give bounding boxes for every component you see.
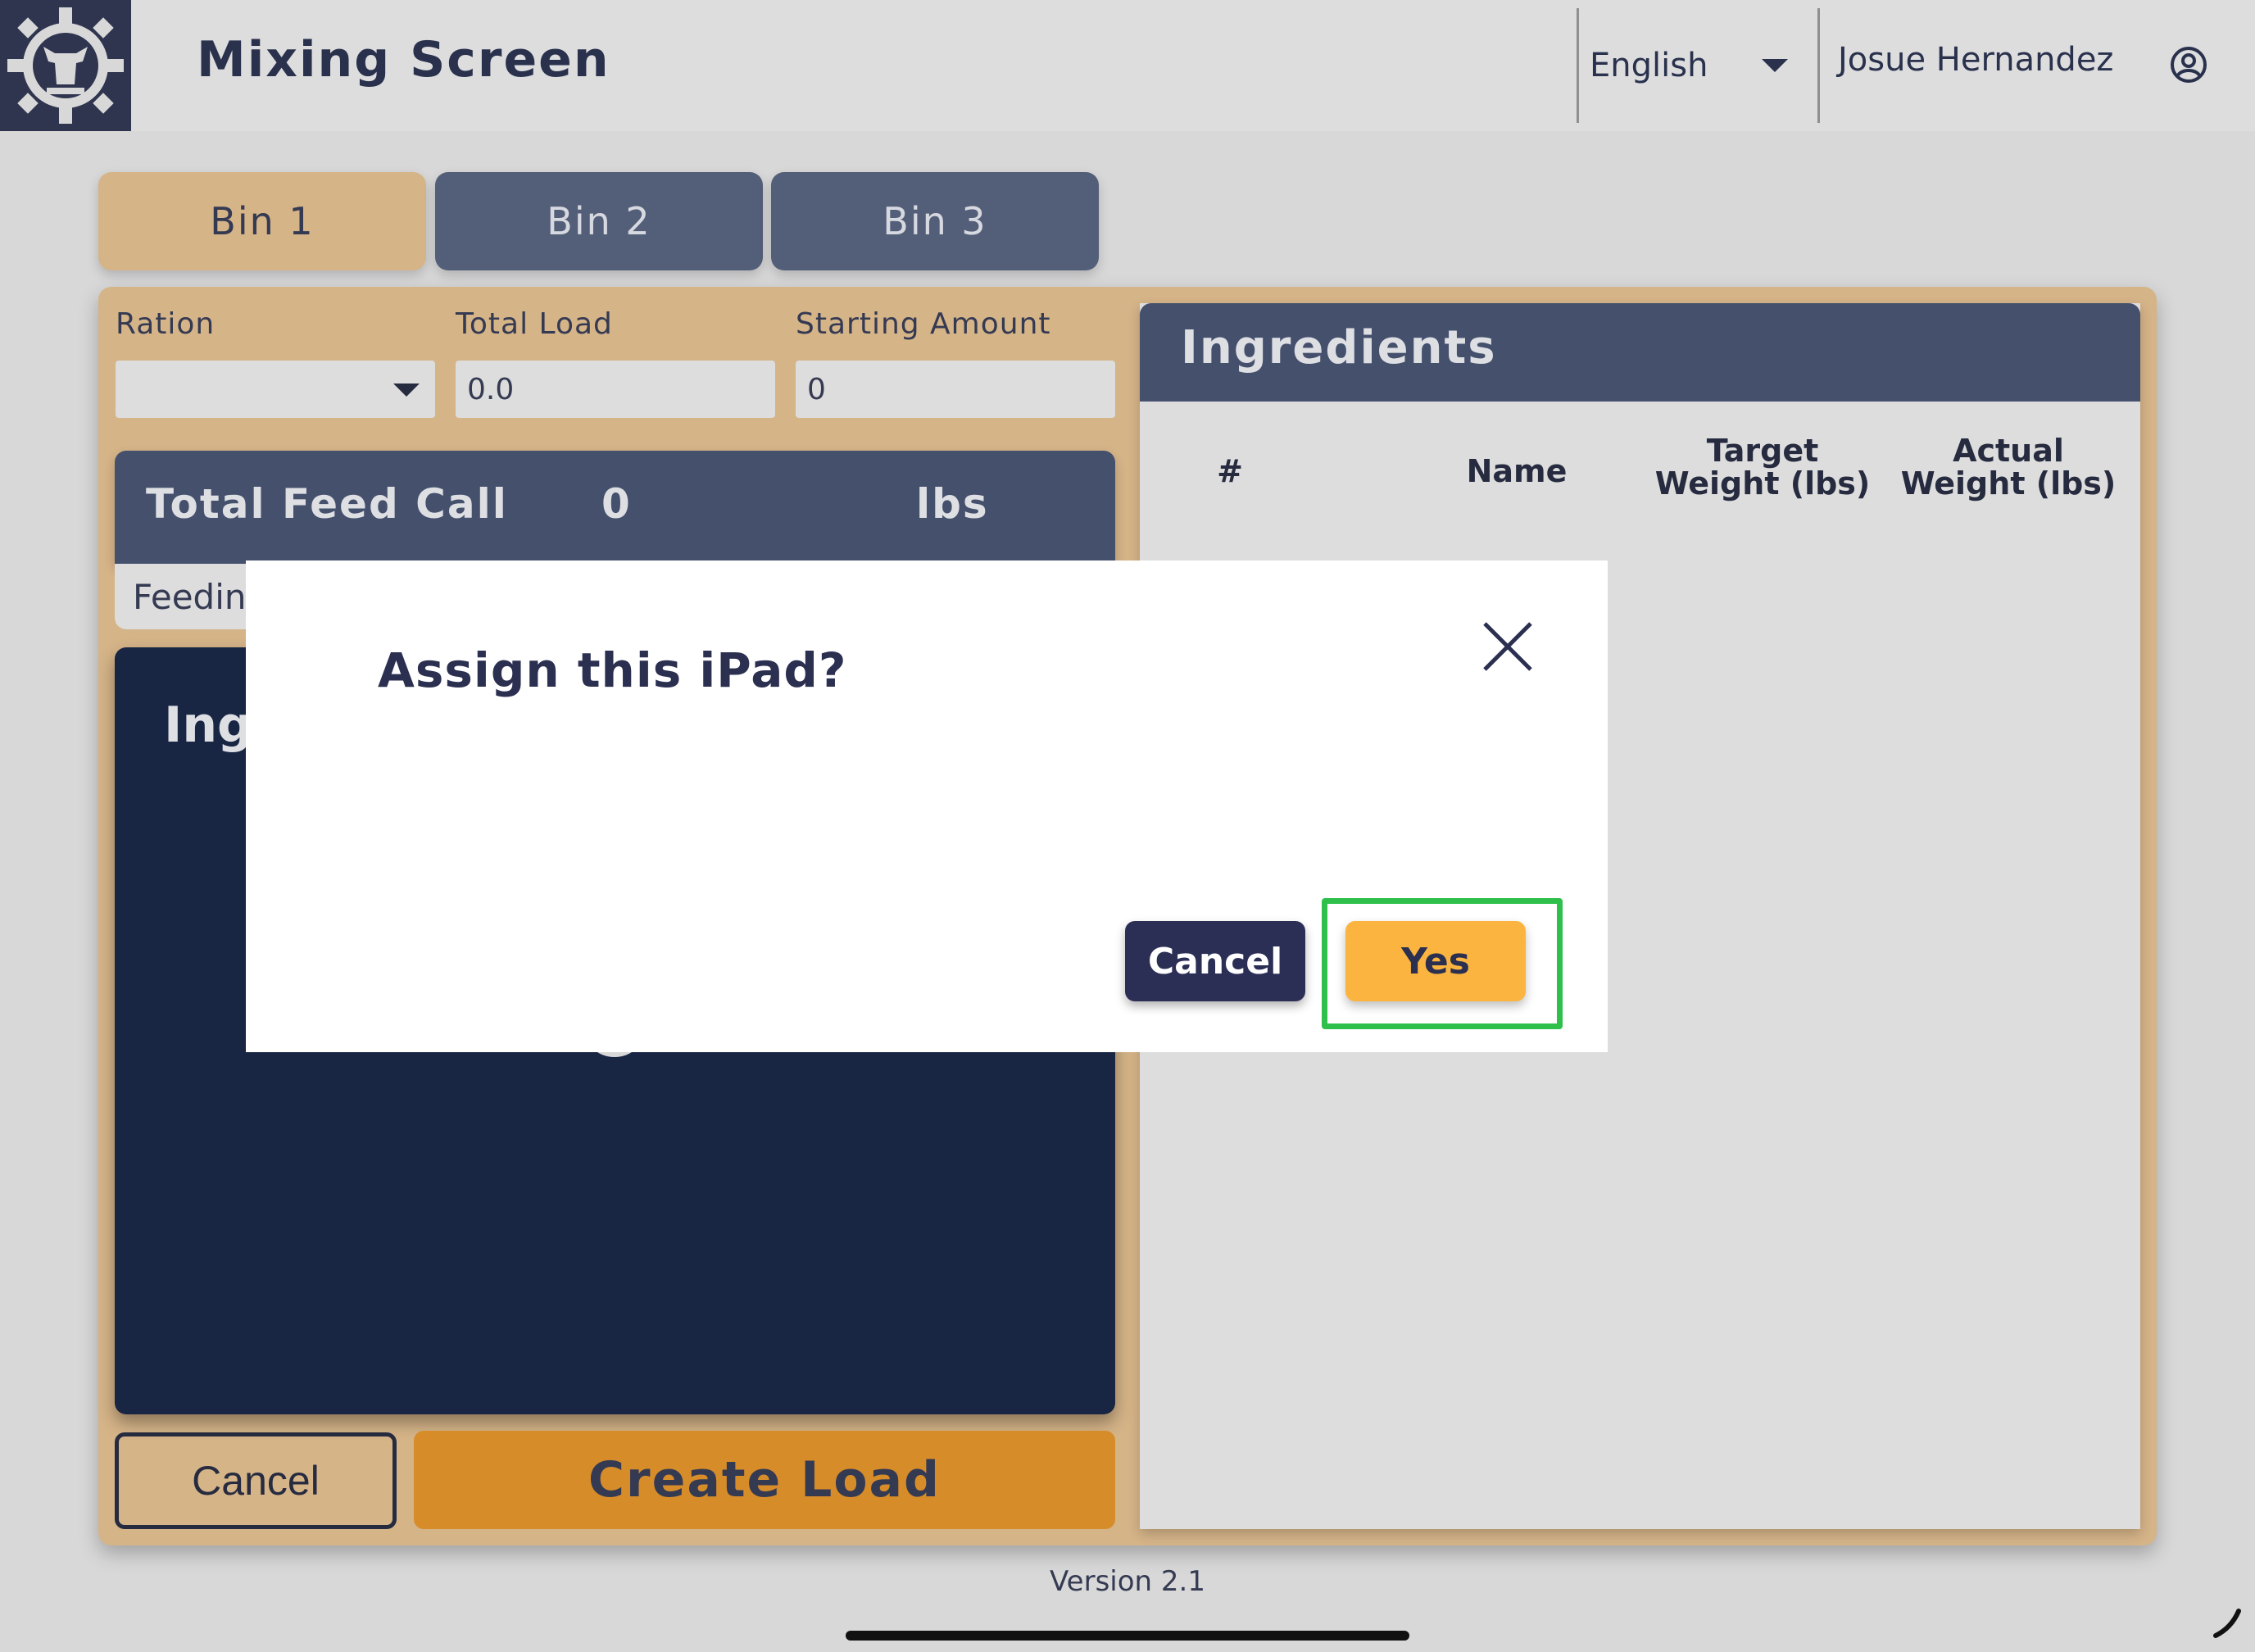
dialog-yes-button[interactable]: Yes	[1345, 921, 1526, 1001]
dialog-title: Assign this iPad?	[378, 642, 847, 698]
pencil-stroke-icon	[2213, 1609, 2241, 1638]
home-indicator[interactable]	[846, 1631, 1409, 1641]
assign-ipad-dialog: Assign this iPad? Cancel Yes	[246, 560, 1608, 1052]
close-icon[interactable]	[1475, 614, 1540, 679]
dialog-cancel-button[interactable]: Cancel	[1125, 921, 1305, 1001]
